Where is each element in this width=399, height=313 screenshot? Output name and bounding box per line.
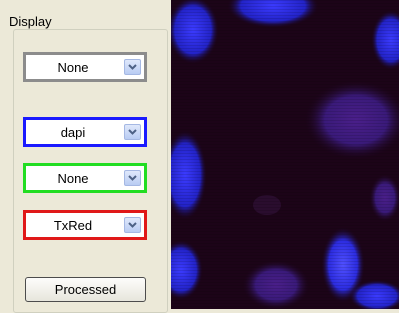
- channel-select-red-value: TxRed: [53, 217, 93, 233]
- channel-select-blue-value: dapi: [60, 124, 86, 140]
- microscopy-image-view[interactable]: [171, 0, 399, 309]
- channel-select-blue[interactable]: dapi: [23, 117, 147, 147]
- panel-title: Display: [9, 14, 52, 29]
- channel-select-gray-value: None: [57, 59, 89, 75]
- chevron-down-icon[interactable]: [124, 59, 141, 75]
- channel-select-green[interactable]: None: [23, 163, 147, 193]
- display-panel: Display None dapi None TxRed Processed: [0, 0, 170, 313]
- chevron-down-icon[interactable]: [124, 217, 141, 233]
- chevron-down-icon[interactable]: [124, 170, 141, 186]
- chevron-down-icon[interactable]: [124, 124, 141, 140]
- channel-select-red[interactable]: TxRed: [23, 210, 147, 240]
- processed-button[interactable]: Processed: [25, 277, 146, 302]
- channel-select-gray[interactable]: None: [23, 52, 147, 82]
- channel-select-green-value: None: [57, 170, 89, 186]
- microscopy-nuclei-image: [171, 0, 399, 309]
